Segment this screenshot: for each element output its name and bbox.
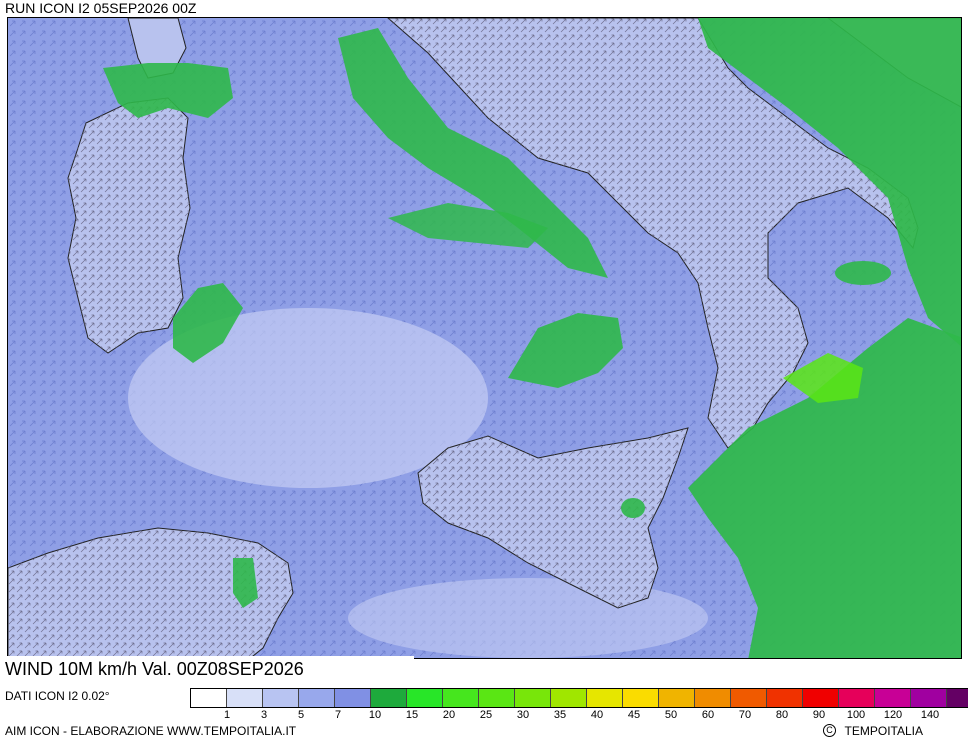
footer-credit: AIM ICON - ELABORAZIONE WWW.TEMPOITALIA.…: [5, 724, 297, 738]
legend-swatch: [839, 689, 875, 707]
legend-swatch: [587, 689, 623, 707]
legend-tick-label: 80: [775, 709, 789, 721]
legend-swatch: [911, 689, 947, 707]
legend-tick-label: 7: [334, 709, 342, 721]
legend-swatch: [803, 689, 839, 707]
legend-swatch: [659, 689, 695, 707]
legend-swatch: [371, 689, 407, 707]
legend-tick-label: 90: [812, 709, 826, 721]
legend-tick-label: 3: [260, 709, 268, 721]
legend-swatch: [191, 689, 227, 707]
legend-swatch: [875, 689, 911, 707]
sardinia-wind-arrows: [68, 98, 190, 353]
legend-swatch: [731, 689, 767, 707]
wind-map-svg: [8, 18, 961, 658]
legend-swatch: [299, 689, 335, 707]
wind-zone-apulia: [835, 261, 891, 285]
legend-tick-label: 40: [590, 709, 604, 721]
wind-title: WIND 10M km/h Val. 00Z08SEP2026: [0, 656, 414, 684]
legend-tick-label: 60: [701, 709, 715, 721]
legend-tick-label: 5: [297, 709, 305, 721]
calm-zone-south: [348, 578, 708, 658]
legend-tick-label: 100: [846, 709, 866, 721]
footer-brand: TEMPOITALIA: [844, 724, 923, 738]
legend-tick-label: 10: [368, 709, 382, 721]
copyright-icon: C: [823, 724, 836, 737]
legend-swatch: [695, 689, 731, 707]
wind-zone-sicily-etna: [621, 498, 645, 518]
legend-tick-label: 1: [223, 709, 231, 721]
legend-swatch: [479, 689, 515, 707]
legend-tick-label: 120: [883, 709, 903, 721]
legend-swatch: [407, 689, 443, 707]
source-label: DATI ICON I2 0.02°: [5, 689, 110, 703]
legend-swatch: [263, 689, 299, 707]
legend-tick-label: 15: [405, 709, 419, 721]
legend-swatch: [551, 689, 587, 707]
legend-tick-label: 20: [442, 709, 456, 721]
wind-speed-legend: [190, 688, 968, 708]
legend-swatch: [623, 689, 659, 707]
run-title: RUN ICON I2 05SEP2026 00Z: [0, 0, 264, 17]
legend-tick-label: 70: [738, 709, 752, 721]
legend-tick-label: 50: [664, 709, 678, 721]
legend-swatch: [443, 689, 479, 707]
legend-swatch: [227, 689, 263, 707]
legend-swatch: [515, 689, 551, 707]
legend-tick-label: 25: [479, 709, 493, 721]
wind-map: [7, 17, 962, 659]
legend-tick-label: 30: [516, 709, 530, 721]
legend-tick-label: 45: [627, 709, 641, 721]
legend-swatch: [767, 689, 803, 707]
legend-tick-label: 35: [553, 709, 567, 721]
legend-swatch: [335, 689, 371, 707]
legend-swatch: [947, 689, 968, 707]
legend-tick-label: 140: [920, 709, 940, 721]
